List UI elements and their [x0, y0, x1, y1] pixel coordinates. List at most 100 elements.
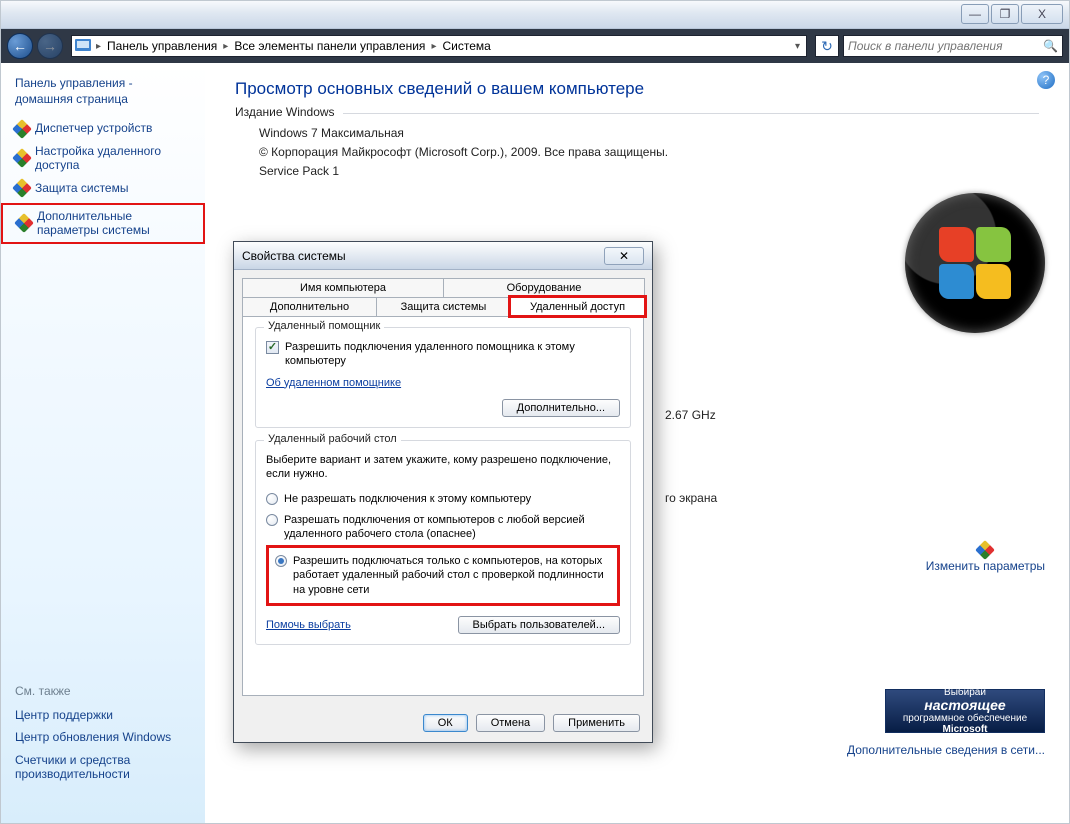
help-icon[interactable]: ?: [1037, 71, 1055, 89]
rdp-option-nla-label: Разрешить подключаться только с компьюте…: [293, 554, 611, 597]
sidebar: Панель управления - домашняя страница Ди…: [1, 63, 205, 823]
shield-icon: [12, 178, 32, 198]
dialog-title: Свойства системы: [242, 249, 346, 263]
breadcrumb-separator-icon: ▸: [94, 41, 103, 52]
tab-hardware[interactable]: Оборудование: [443, 278, 645, 297]
badge-line2: настоящее: [924, 698, 1005, 713]
remote-desktop-legend: Удаленный рабочий стол: [264, 433, 401, 445]
page-title: Просмотр основных сведений о вашем компь…: [235, 79, 1039, 99]
see-also-section: См. также Центр поддержки Центр обновлен…: [1, 684, 205, 786]
ok-button[interactable]: ОК: [423, 714, 468, 732]
allow-remote-assistance-row: Разрешить подключения удаленного помощни…: [266, 340, 620, 369]
badge-line3: программное обеспечение Microsoft: [886, 713, 1044, 735]
remote-desktop-description: Выберите вариант и затем укажите, кому р…: [266, 453, 620, 483]
rdp-option-any-radio[interactable]: [266, 514, 278, 526]
search-icon: 🔍: [1043, 39, 1058, 53]
rdp-option-nla-highlight: Разрешить подключаться только с компьюте…: [266, 545, 620, 606]
tab-remote[interactable]: Удаленный доступ: [510, 297, 645, 316]
more-info-online-link[interactable]: Дополнительные сведения в сети...: [847, 743, 1045, 757]
sidebar-item-label: Счетчики и средства производительности: [15, 753, 195, 782]
rdp-option-any-row: Разрешать подключения от компьютеров с л…: [266, 513, 620, 542]
sidebar-item-device-manager[interactable]: Диспетчер устройств: [1, 117, 205, 139]
processor-frequency: 2.67 GHz: [665, 408, 716, 422]
shield-icon: [14, 213, 34, 233]
service-pack: Service Pack 1: [259, 162, 1039, 181]
sidebar-item-label: Диспетчер устройств: [35, 121, 152, 135]
search-box[interactable]: 🔍: [843, 35, 1063, 57]
sidebar-item-remote-settings[interactable]: Настройка удаленного доступа: [1, 140, 205, 177]
address-dropdown[interactable]: ▾: [788, 41, 806, 52]
change-settings-label: Изменить параметры: [926, 559, 1045, 573]
dialog-body: Имя компьютера Оборудование Дополнительн…: [234, 270, 652, 704]
sidebar-item-label: Центр поддержки: [15, 708, 113, 722]
window-controls: — ❐ X: [961, 4, 1063, 24]
breadcrumb-separator-icon: ▸: [221, 41, 230, 52]
see-also-heading: См. также: [1, 684, 205, 704]
breadcrumb-separator-icon: ▸: [429, 41, 438, 52]
dialog-footer: ОК Отмена Применить: [234, 704, 652, 742]
refresh-button[interactable]: ↻: [815, 35, 839, 57]
rdp-option-nla-radio[interactable]: [275, 555, 287, 567]
breadcrumb-system[interactable]: Система: [438, 36, 494, 56]
rdp-option-any-label: Разрешать подключения от компьютеров с л…: [284, 513, 620, 542]
maximize-button[interactable]: ❐: [991, 4, 1019, 24]
edition-name: Windows 7 Максимальная: [259, 124, 1039, 143]
back-button[interactable]: ←: [7, 33, 33, 59]
window-title-bar: — ❐ X: [1, 1, 1069, 29]
explorer-window: — ❐ X ← → ▸ Панель управления ▸ Все элем…: [0, 0, 1070, 824]
sidebar-item-label: Настройка удаленного доступа: [35, 144, 195, 173]
edition-group: Издание Windows: [235, 113, 1039, 114]
dialog-close-button[interactable]: ✕: [604, 247, 644, 265]
edition-legend: Издание Windows: [235, 105, 343, 119]
rdp-option-deny-row: Не разрешать подключения к этому компьют…: [266, 492, 620, 506]
rdp-option-nla-row: Разрешить подключаться только с компьюте…: [275, 554, 611, 597]
breadcrumb-control-panel[interactable]: Панель управления: [103, 36, 221, 56]
change-settings-link[interactable]: Изменить параметры: [926, 543, 1045, 573]
sidebar-item-label: Дополнительные параметры системы: [37, 209, 193, 238]
sidebar-item-system-protection[interactable]: Защита системы: [1, 177, 205, 199]
navigation-bar: ← → ▸ Панель управления ▸ Все элементы п…: [1, 29, 1069, 63]
allow-remote-assistance-label: Разрешить подключения удаленного помощни…: [285, 340, 620, 369]
genuine-microsoft-badge: Выбирай настоящее программное обеспечени…: [885, 689, 1045, 733]
tabs-row-2: Дополнительно Защита системы Удаленный д…: [242, 297, 644, 316]
screen-text-fragment: го экрана: [665, 491, 717, 505]
shield-icon: [12, 119, 32, 139]
sidebar-item-label: Защита системы: [35, 181, 128, 195]
remote-assistance-group: Удаленный помощник Разрешить подключения…: [255, 327, 631, 428]
apply-button[interactable]: Применить: [553, 714, 640, 732]
allow-remote-assistance-checkbox[interactable]: [266, 341, 279, 354]
rdp-option-deny-radio[interactable]: [266, 493, 278, 505]
about-remote-assistance-link[interactable]: Об удаленном помощнике: [266, 377, 401, 389]
forward-button[interactable]: →: [37, 33, 63, 59]
dialog-title-bar: Свойства системы ✕: [234, 242, 652, 270]
remote-assistance-legend: Удаленный помощник: [264, 320, 384, 332]
search-input[interactable]: [848, 39, 1043, 53]
copyright-text: © Корпорация Майкрософт (Microsoft Corp.…: [259, 143, 1039, 162]
sidebar-item-windows-update[interactable]: Центр обновления Windows: [1, 726, 205, 748]
tab-panel-remote: Удаленный помощник Разрешить подключения…: [242, 316, 644, 696]
tab-system-protection[interactable]: Защита системы: [376, 297, 511, 316]
tab-computer-name[interactable]: Имя компьютера: [242, 278, 444, 297]
cancel-button[interactable]: Отмена: [476, 714, 545, 732]
control-panel-home-link[interactable]: Панель управления - домашняя страница: [1, 75, 205, 117]
remote-desktop-group: Удаленный рабочий стол Выберите вариант …: [255, 440, 631, 645]
system-properties-dialog: Свойства системы ✕ Имя компьютера Оборуд…: [233, 241, 653, 743]
tab-advanced[interactable]: Дополнительно: [242, 297, 377, 316]
remote-assistance-advanced-button[interactable]: Дополнительно...: [502, 399, 620, 417]
help-me-choose-link[interactable]: Помочь выбрать: [266, 619, 351, 631]
control-panel-icon: [72, 37, 94, 55]
rdp-option-deny-label: Не разрешать подключения к этому компьют…: [284, 492, 531, 506]
minimize-button[interactable]: —: [961, 4, 989, 24]
sidebar-item-action-center[interactable]: Центр поддержки: [1, 704, 205, 726]
breadcrumb-all-items[interactable]: Все элементы панели управления: [230, 36, 429, 56]
sidebar-item-label: Центр обновления Windows: [15, 730, 171, 744]
tabs-row-1: Имя компьютера Оборудование: [242, 278, 644, 297]
edition-info: Windows 7 Максимальная © Корпорация Майк…: [235, 114, 1039, 182]
sidebar-item-performance[interactable]: Счетчики и средства производительности: [1, 749, 205, 786]
shield-icon: [12, 148, 32, 168]
shield-icon: [975, 540, 995, 560]
sidebar-item-advanced-settings[interactable]: Дополнительные параметры системы: [1, 203, 205, 244]
address-bar[interactable]: ▸ Панель управления ▸ Все элементы панел…: [71, 35, 807, 57]
close-button[interactable]: X: [1021, 4, 1063, 24]
select-users-button[interactable]: Выбрать пользователей...: [458, 616, 621, 634]
